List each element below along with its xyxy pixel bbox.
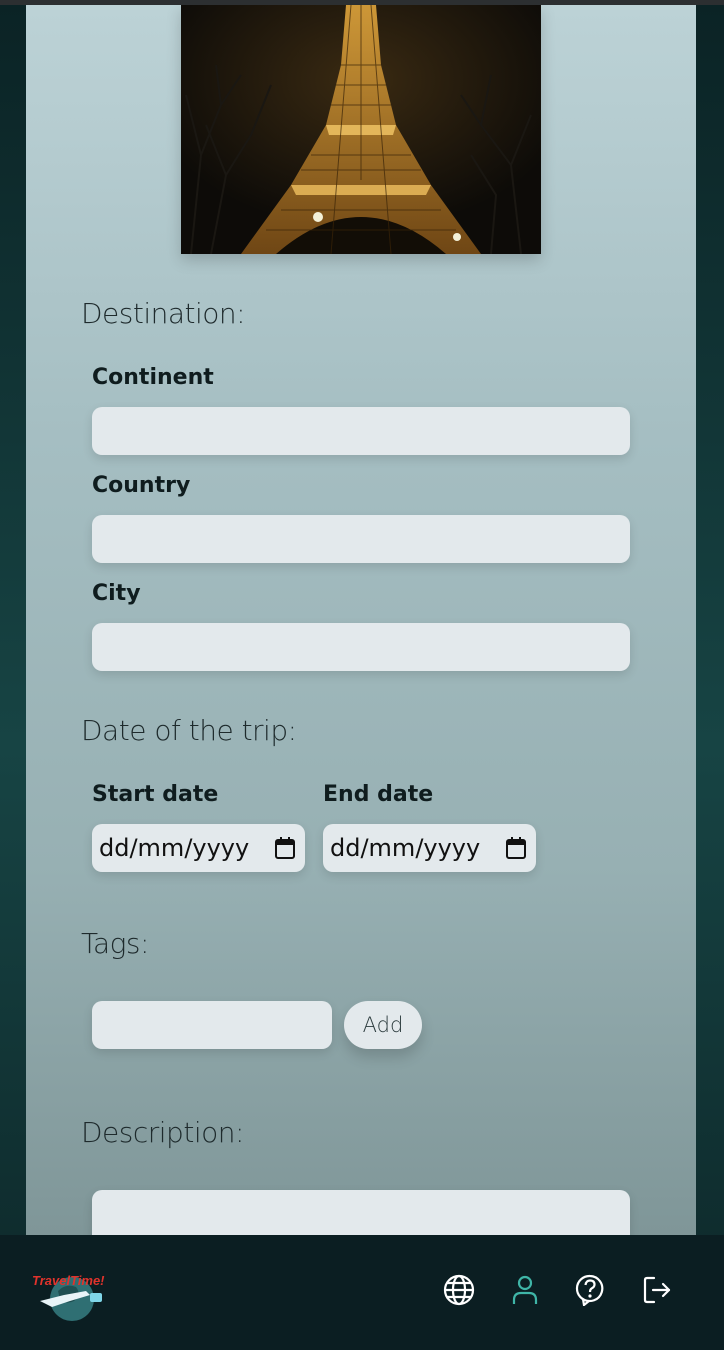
globe-icon	[443, 1274, 475, 1306]
country-label: Country	[92, 473, 191, 498]
end-date-placeholder: dd/mm/yyyy	[330, 834, 481, 862]
bottom-navigation-bar: TravelTime!	[0, 1235, 724, 1350]
eiffel-tower-image	[181, 5, 541, 254]
continent-input[interactable]	[92, 407, 630, 455]
add-tag-button[interactable]: Add	[344, 1001, 422, 1049]
trip-cover-image	[181, 5, 541, 254]
background-left	[0, 5, 26, 1350]
calendar-icon[interactable]	[506, 837, 526, 859]
tag-input[interactable]	[92, 1001, 332, 1049]
help-nav-button[interactable]	[573, 1273, 607, 1307]
city-label: City	[92, 581, 141, 606]
logout-nav-button[interactable]	[640, 1273, 674, 1307]
calendar-icon[interactable]	[275, 837, 295, 859]
destination-section-title: Destination:	[81, 297, 246, 330]
description-textarea[interactable]	[92, 1190, 630, 1235]
logout-icon	[643, 1276, 671, 1304]
profile-nav-button[interactable]	[508, 1273, 542, 1307]
date-section-title: Date of the trip:	[81, 714, 297, 747]
description-section-title: Description:	[81, 1116, 244, 1149]
help-icon	[575, 1274, 604, 1306]
start-date-placeholder: dd/mm/yyyy	[99, 834, 250, 862]
tags-section-title: Tags:	[81, 927, 149, 960]
create-trip-panel: Destination: Continent Country City Date…	[26, 5, 696, 1235]
start-date-label: Start date	[92, 782, 219, 807]
user-icon	[512, 1275, 538, 1304]
city-input[interactable]	[92, 623, 630, 671]
continent-label: Continent	[92, 365, 214, 390]
traveltime-logo-icon: TravelTime!	[32, 1273, 105, 1321]
app-logo[interactable]: TravelTime!	[30, 1265, 112, 1325]
logo-text: TravelTime!	[32, 1273, 105, 1288]
end-date-input[interactable]: dd/mm/yyyy	[323, 824, 536, 872]
explore-nav-button[interactable]	[442, 1273, 476, 1307]
country-input[interactable]	[92, 515, 630, 563]
background-right	[696, 5, 724, 1350]
start-date-input[interactable]: dd/mm/yyyy	[92, 824, 305, 872]
end-date-label: End date	[323, 782, 434, 807]
